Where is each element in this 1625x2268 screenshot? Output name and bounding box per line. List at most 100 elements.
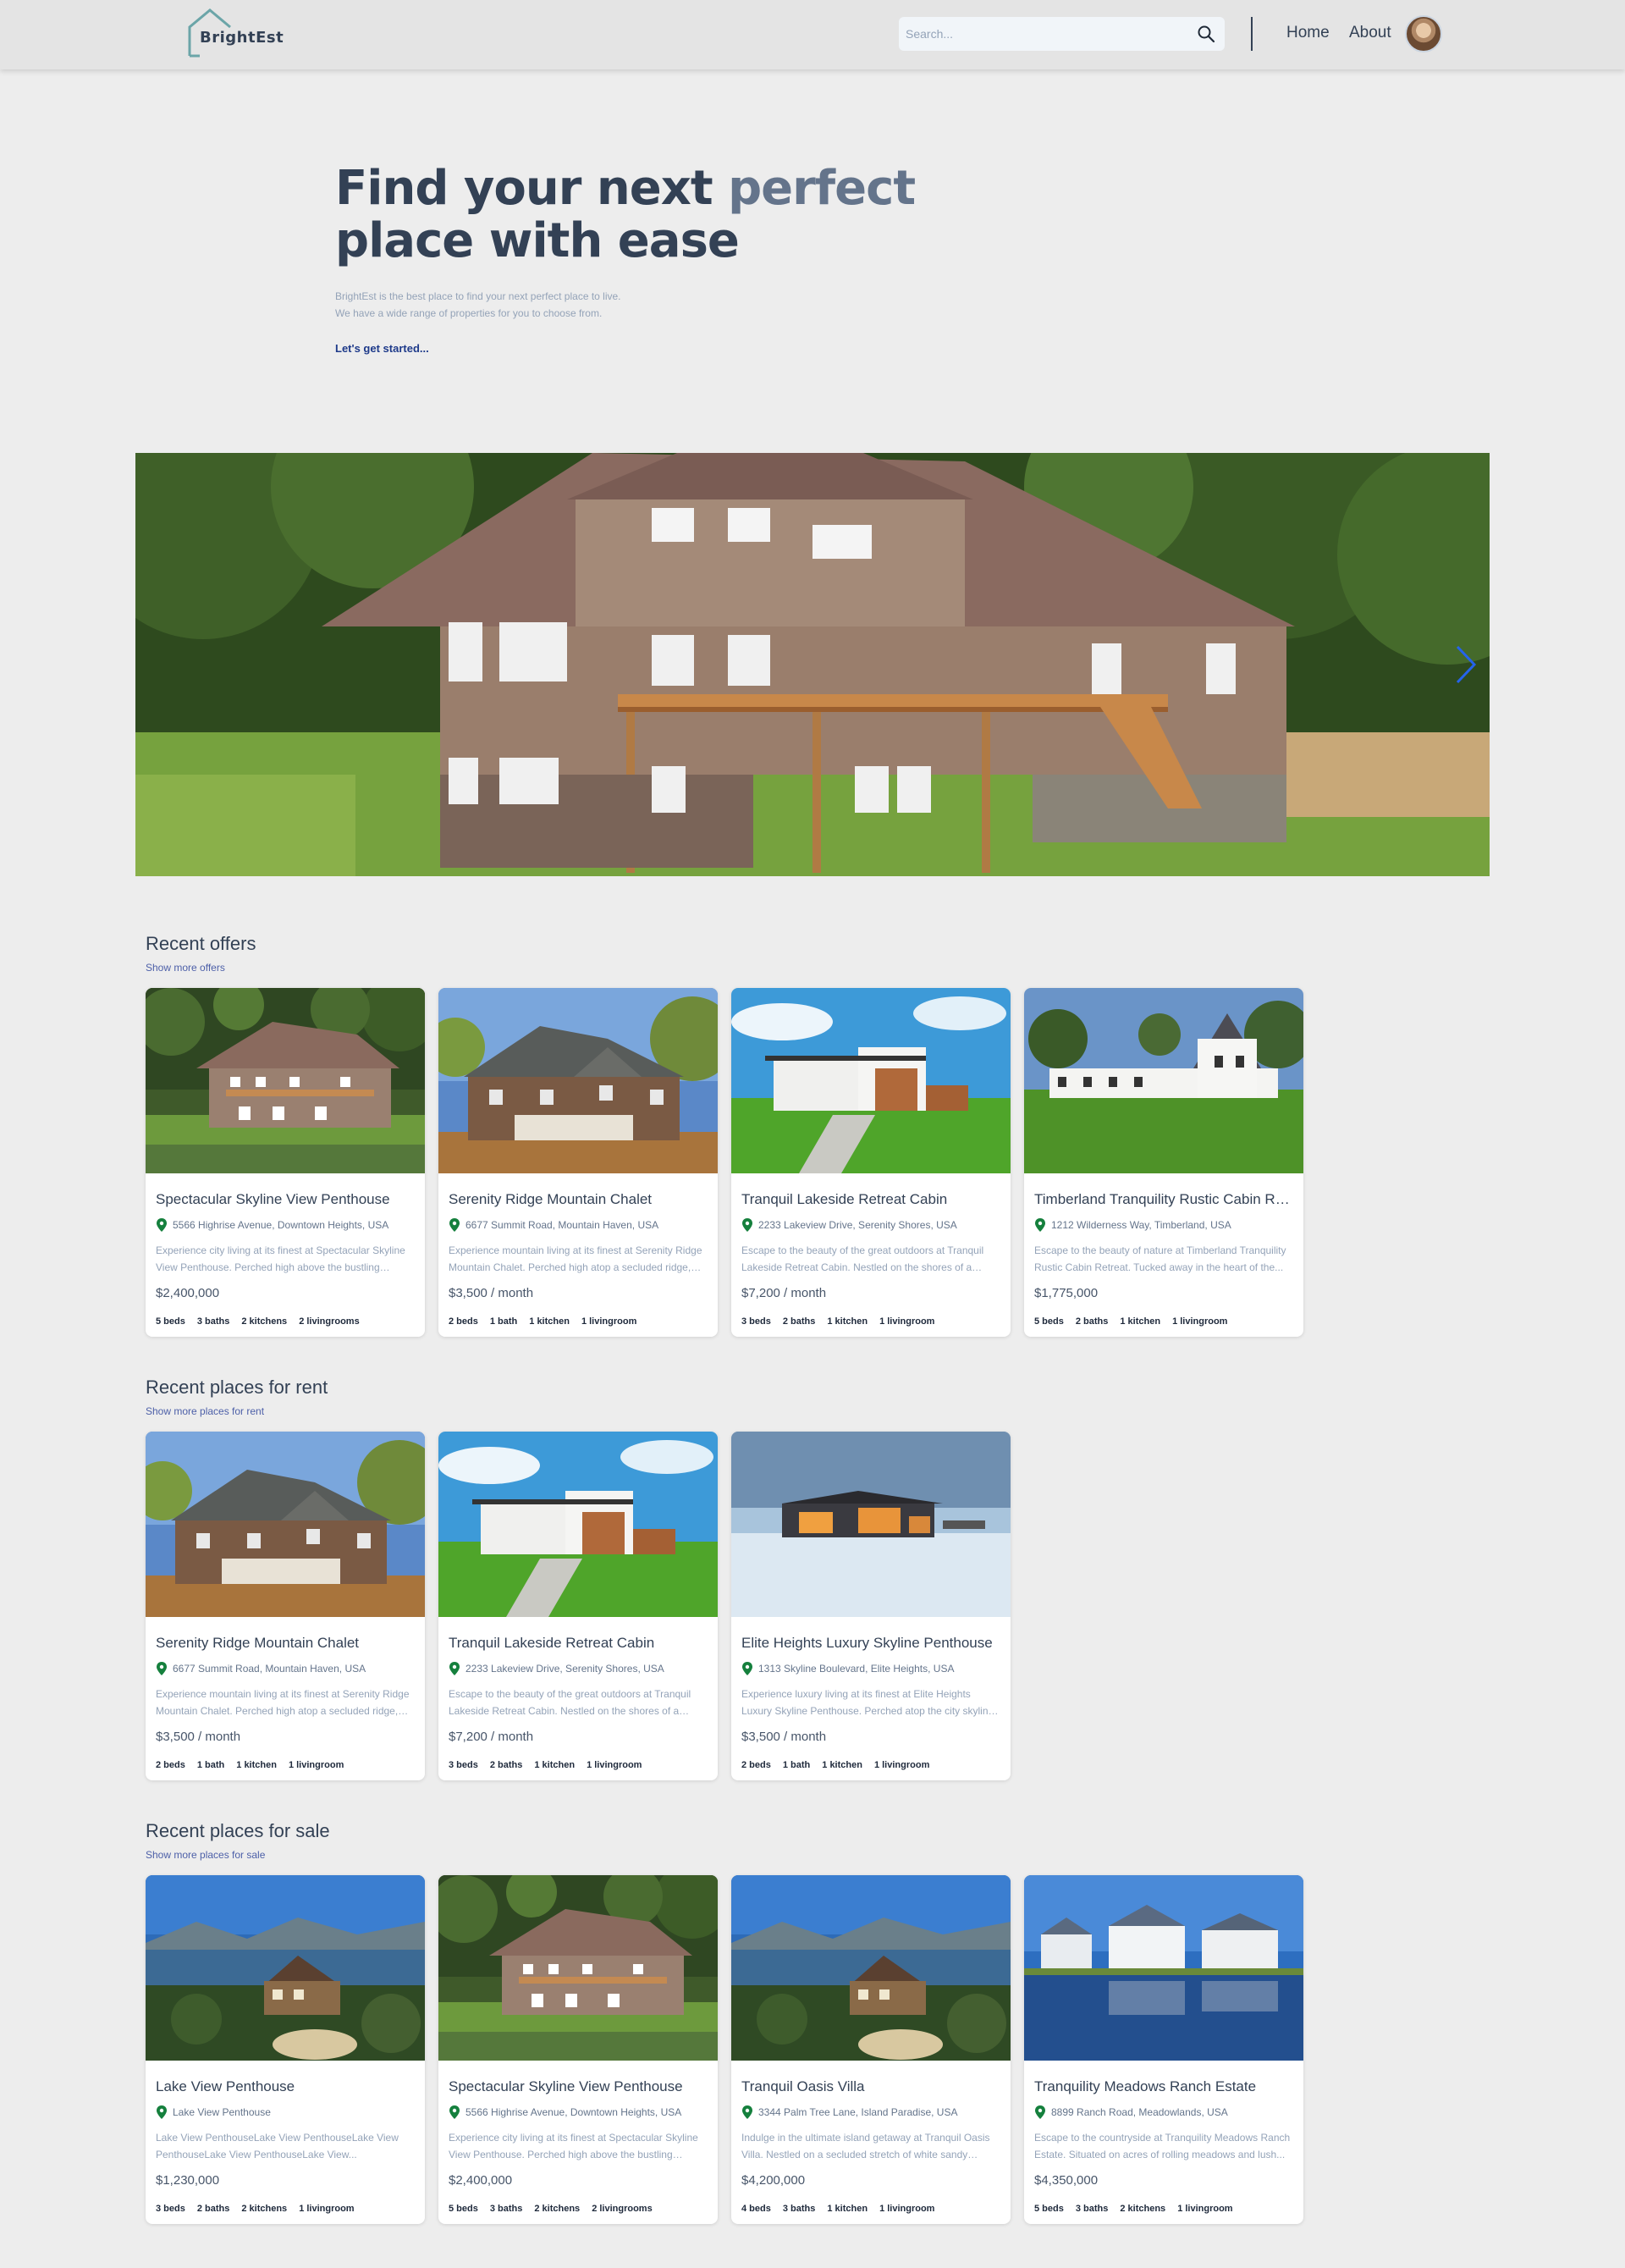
nav-about-link[interactable]: About (1349, 24, 1391, 42)
stat-kitchens: 1 kitchen (827, 2204, 868, 2214)
show-more-sale-link[interactable]: Show more places for sale (146, 1849, 265, 1861)
slider-next-arrow-icon[interactable] (1452, 643, 1479, 686)
property-image[interactable] (731, 1875, 1011, 2061)
property-card[interactable]: Tranquil Lakeside Retreat Cabin 2233 Lake… (731, 988, 1011, 1337)
property-image[interactable] (146, 988, 425, 1173)
show-more-offers-link[interactable]: Show more offers (146, 962, 225, 974)
search-input[interactable] (906, 22, 1185, 46)
location-pin-icon (449, 1662, 460, 1675)
property-image[interactable] (1024, 1875, 1303, 2061)
property-address-row: 1212 Wilderness Way, Timberland, USA (1034, 1217, 1297, 1233)
property-title[interactable]: Tranquil Lakeside Retreat Cabin (741, 1191, 1004, 1208)
stat-beds: 2 beds (449, 1316, 478, 1327)
property-address-row: 3344 Palm Tree Lane, Island Paradise, US… (741, 2105, 1004, 2120)
hero-title-part2: place with ease (335, 213, 740, 268)
property-description: Experience mountain living at its finest… (156, 1688, 410, 1717)
property-price: $1,775,000 (1034, 1286, 1099, 1300)
property-title[interactable]: Tranquility Meadows Ranch Estate (1034, 2078, 1297, 2095)
nav-home-link[interactable]: Home (1286, 24, 1330, 42)
property-description: Experience city living at its finest at … (449, 2132, 698, 2160)
stat-beds: 3 beds (156, 2204, 185, 2214)
property-image[interactable] (1024, 988, 1303, 1173)
property-title[interactable]: Serenity Ridge Mountain Chalet (156, 1635, 418, 1652)
stat-kitchens: 1 kitchen (236, 1760, 277, 1770)
property-address-row: Lake View Penthouse (156, 2105, 418, 2120)
property-image[interactable] (731, 988, 1011, 1173)
property-card[interactable]: Tranquil Lakeside Retreat Cabin 2233 Lake… (438, 1432, 718, 1780)
property-image[interactable] (146, 1432, 425, 1617)
property-card[interactable]: Timberland Tranquility Rustic Cabin Retr… (1024, 988, 1303, 1337)
section-title-sale: Recent places for sale (146, 1820, 330, 1841)
property-image[interactable] (438, 1875, 718, 2061)
get-started-link[interactable]: Let's get started... (335, 342, 429, 355)
property-address: Lake View Penthouse (173, 2106, 271, 2118)
property-card[interactable]: Spectacular Skyline View Penthouse 5566 H… (438, 1875, 718, 2224)
property-card[interactable]: Tranquility Meadows Ranch Estate 8899 Ran… (1024, 1875, 1303, 2224)
property-image[interactable] (438, 988, 718, 1173)
stat-livingrooms: 1 livingroom (873, 1760, 930, 1770)
hero-subtitle-line2: We have a wide range of properties for y… (335, 307, 603, 319)
stat-baths: 1 bath (782, 1760, 811, 1770)
property-address: 2233 Lakeview Drive, Serenity Shores, US… (758, 1219, 957, 1231)
property-title[interactable]: Timberland Tranquility Rustic Cabin Retr… (1034, 1191, 1297, 1208)
stat-kitchens: 1 kitchen (827, 1316, 868, 1327)
stat-kitchens: 1 kitchen (822, 1760, 862, 1770)
stat-livingrooms: 1 livingroom (299, 2204, 355, 2214)
hero-image-slider[interactable] (135, 453, 1490, 876)
property-title[interactable]: Serenity Ridge Mountain Chalet (449, 1191, 711, 1208)
property-title[interactable]: Tranquil Lakeside Retreat Cabin (449, 1635, 711, 1652)
property-card[interactable]: Serenity Ridge Mountain Chalet 6677 Summi… (438, 988, 718, 1337)
property-card[interactable]: Tranquil Oasis Villa 3344 Palm Tree Lane,… (731, 1875, 1011, 2224)
hero-subtitle-line1: BrightEst is the best place to find your… (335, 290, 621, 302)
property-stats: 2 beds 1 bath 1 kitchen 1 livingroom (449, 1313, 711, 1327)
stat-kitchens: 2 kitchens (1120, 2204, 1166, 2214)
location-pin-icon (742, 2105, 752, 2119)
property-stats: 3 beds 2 baths 2 kitchens 1 livingroom (156, 2200, 418, 2214)
property-price: $3,500 / month (741, 1730, 827, 1744)
slider-house-image (135, 453, 1490, 876)
property-image[interactable] (146, 1875, 425, 2061)
property-image[interactable] (438, 1432, 718, 1617)
location-pin-icon (1035, 1218, 1045, 1232)
stat-baths: 3 baths (196, 1316, 230, 1327)
user-avatar[interactable] (1405, 15, 1442, 52)
property-address: 1212 Wilderness Way, Timberland, USA (1051, 1219, 1231, 1231)
property-description: Escape to the beauty of the great outdoo… (741, 1244, 984, 1273)
property-description: Escape to the beauty of the great outdoo… (449, 1688, 691, 1717)
property-price: $7,200 / month (449, 1730, 534, 1744)
property-address-row: 5566 Highrise Avenue, Downtown Heights, … (449, 2105, 711, 2120)
property-price: $7,200 / month (741, 1286, 827, 1300)
property-title[interactable]: Lake View Penthouse (156, 2078, 418, 2095)
property-stats: 5 beds 3 baths 2 kitchens 1 livingroom (1034, 2200, 1297, 2214)
stat-beds: 2 beds (156, 1760, 185, 1770)
property-title[interactable]: Tranquil Oasis Villa (741, 2078, 1004, 2095)
property-description: Escape to the countryside at Tranquility… (1034, 2132, 1291, 2160)
property-card[interactable]: Serenity Ridge Mountain Chalet 6677 Summi… (146, 1432, 425, 1780)
stat-baths: 2 baths (196, 2204, 230, 2214)
logo-text[interactable]: BrightEst (200, 29, 284, 47)
property-image[interactable] (731, 1432, 1011, 1617)
stat-beds: 2 beds (741, 1760, 771, 1770)
property-card[interactable]: Lake View Penthouse Lake View Penthouse La… (146, 1875, 425, 2224)
location-pin-icon (449, 1218, 460, 1232)
show-more-rent-link[interactable]: Show more places for rent (146, 1405, 264, 1417)
property-stats: 2 beds 1 bath 1 kitchen 1 livingroom (741, 1757, 1004, 1770)
property-card[interactable]: Elite Heights Luxury Skyline Penthouse 13… (731, 1432, 1011, 1780)
hero-title: Find your next perfect place with ease (335, 163, 928, 268)
property-stats: 4 beds 3 baths 1 kitchen 1 livingroom (741, 2200, 1004, 2214)
property-title[interactable]: Elite Heights Luxury Skyline Penthouse (741, 1635, 1004, 1652)
stat-beds: 3 beds (449, 1760, 478, 1770)
location-pin-icon (1035, 2105, 1045, 2119)
property-price: $3,500 / month (449, 1286, 534, 1300)
property-address: 6677 Summit Road, Mountain Haven, USA (173, 1663, 366, 1675)
property-title[interactable]: Spectacular Skyline View Penthouse (449, 2078, 711, 2095)
property-description: Experience luxury living at its finest a… (741, 1688, 997, 1717)
location-pin-icon (157, 1218, 167, 1232)
stat-kitchens: 1 kitchen (534, 1760, 576, 1770)
stat-kitchens: 2 kitchens (241, 1316, 288, 1327)
property-price: $4,200,000 (741, 2173, 806, 2188)
property-card[interactable]: Spectacular Skyline View Penthouse 5566 H… (146, 988, 425, 1337)
property-address-row: 8899 Ranch Road, Meadowlands, USA (1034, 2105, 1297, 2120)
property-title[interactable]: Spectacular Skyline View Penthouse (156, 1191, 418, 1208)
search-icon[interactable] (1197, 25, 1215, 43)
